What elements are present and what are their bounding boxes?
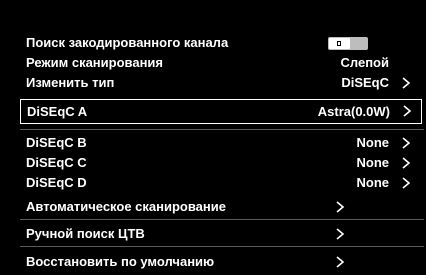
menu-item-value: DiSEqC — [341, 75, 389, 90]
menu-item-value: None — [356, 135, 390, 150]
menu-item-label: Изменить тип — [26, 75, 115, 90]
menu-item-value: None — [356, 155, 390, 170]
menu-item-restore-defaults[interactable]: Восстановить по умолчанию — [20, 252, 420, 272]
chevron-right-icon — [402, 157, 411, 169]
menu-item-change-type[interactable]: Изменить тип DiSEqC — [20, 73, 420, 93]
menu-item-label: Автоматическое сканирование — [26, 199, 226, 214]
chevron-right-icon — [336, 256, 345, 268]
divider — [20, 219, 424, 220]
menu-item-label: Режим сканирования — [26, 55, 164, 70]
chevron-right-icon — [402, 137, 411, 149]
settings-menu: Поиск закодированного канала Режим скани… — [0, 0, 426, 275]
scrambled-search-toggle[interactable] — [328, 37, 368, 50]
chevron-right-icon — [336, 228, 345, 240]
menu-item-label: DiSEqC C — [26, 155, 87, 170]
chevron-right-icon — [336, 201, 345, 213]
chevron-right-icon — [402, 177, 411, 189]
menu-item-label: Восстановить по умолчанию — [26, 254, 215, 269]
toggle-knob — [329, 38, 350, 49]
menu-item-label: DiSEqC B — [26, 135, 87, 150]
menu-item-value: None — [356, 175, 390, 190]
menu-item-label: DiSEqC D — [26, 175, 87, 190]
menu-item-diseqc-b[interactable]: DiSEqC B None — [20, 133, 420, 153]
menu-item-label: DiSEqC A — [27, 104, 88, 119]
menu-item-value: Слепой — [340, 55, 390, 70]
menu-item-label: Поиск закодированного канала — [26, 35, 229, 50]
menu-item-diseqc-a[interactable]: DiSEqC A Astra(0.0W) — [20, 99, 422, 124]
menu-item-diseqc-c[interactable]: DiSEqC C None — [20, 153, 420, 173]
menu-item-scrambled-channel-search[interactable]: Поиск закодированного канала — [20, 33, 420, 53]
chevron-right-icon — [402, 77, 411, 89]
menu-item-value: Astra(0.0W) — [317, 104, 390, 119]
menu-item-label: Ручной поиск ЦТВ — [26, 226, 145, 241]
menu-item-auto-scan[interactable]: Автоматическое сканирование — [20, 197, 420, 217]
menu-item-diseqc-d[interactable]: DiSEqC D None — [20, 173, 420, 193]
menu-item-manual-dtv-search[interactable]: Ручной поиск ЦТВ — [20, 224, 420, 244]
divider — [20, 129, 424, 130]
divider — [20, 246, 424, 247]
menu-item-scan-mode[interactable]: Режим сканирования Слепой — [20, 53, 420, 73]
chevron-right-icon — [403, 105, 412, 117]
